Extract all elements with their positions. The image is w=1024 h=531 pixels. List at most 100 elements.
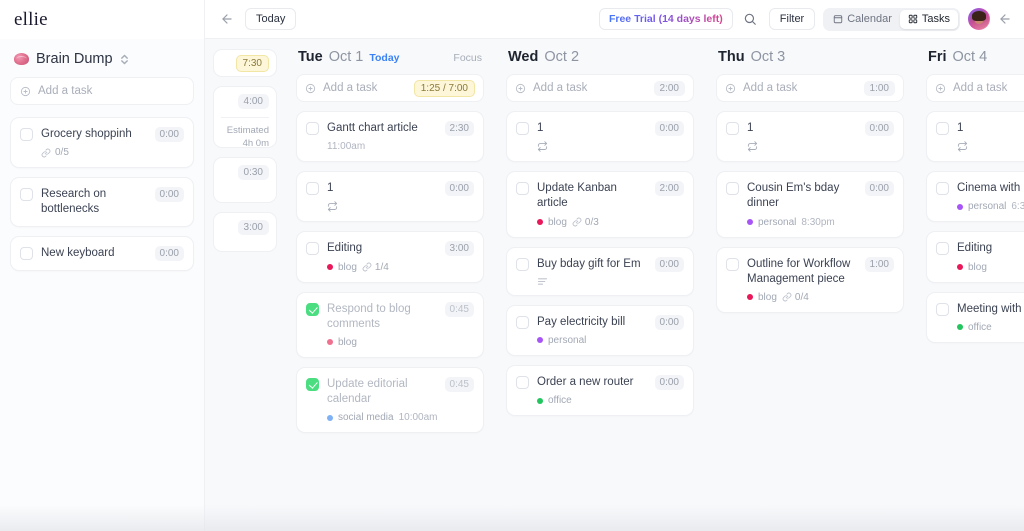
subtask-icon — [362, 262, 372, 272]
task-checkbox[interactable] — [306, 302, 319, 316]
task-duration: 0:45 — [444, 376, 474, 392]
task-name: Editing — [957, 242, 993, 255]
time-block[interactable]: 7:30 — [213, 49, 277, 77]
task-checkbox[interactable] — [936, 122, 949, 135]
time-block[interactable]: 4:00 Estimated 4h 0m — [213, 86, 277, 149]
time-block[interactable]: 0:30 — [213, 157, 277, 203]
time-block[interactable]: 3:00 — [213, 212, 277, 252]
task-card[interactable]: Editing blog — [926, 231, 1024, 283]
add-task-fri[interactable]: Add a task — [926, 74, 1024, 102]
today-button[interactable]: Today — [245, 8, 297, 30]
chevron-updown-icon[interactable] — [120, 53, 129, 66]
task-checkbox[interactable] — [20, 188, 33, 201]
task-checkbox[interactable] — [306, 242, 319, 256]
task-checkbox[interactable] — [516, 315, 529, 329]
tab-calendar[interactable]: Calendar — [825, 10, 900, 29]
add-task-label: Add a task — [323, 82, 378, 94]
filter-button[interactable]: Filter — [768, 8, 816, 30]
task-main-row: 1 — [936, 121, 1024, 136]
plus-circle-icon — [935, 83, 946, 94]
task-meta: blog 0/4 — [747, 292, 894, 303]
sidebar-add-task[interactable]: Add a task — [10, 77, 194, 105]
task-card[interactable]: 1 0:00 — [716, 111, 904, 163]
task-checkbox[interactable] — [516, 257, 529, 271]
top-bar: ellie Today Free Trial (14 days left) Fi… — [0, 0, 1024, 39]
task-name: Research on bottlenecks — [41, 188, 107, 215]
add-task-tue[interactable]: Add a task 1:25 / 7:00 — [296, 74, 484, 102]
task-card[interactable]: 1 0:00 — [506, 111, 694, 163]
task-card[interactable]: 1 — [926, 111, 1024, 163]
task-checkbox[interactable] — [516, 122, 529, 135]
task-checkbox[interactable] — [306, 377, 319, 391]
task-checkbox[interactable] — [936, 182, 949, 196]
task-card[interactable]: Update Kanban article 2:00 blog 0/3 — [506, 171, 694, 238]
subtask-count: 0/3 — [572, 217, 599, 228]
tag-name: personal — [548, 334, 587, 346]
subtask-count: 1/4 — [362, 262, 389, 273]
free-trial-badge[interactable]: Free Trial (14 days left) — [598, 8, 733, 30]
day-column-fri: Fri Oct 4 Add a task 1 Cinema with M. persona… — [915, 39, 1024, 531]
task-main-row: Editing — [936, 241, 1024, 256]
task-meta — [537, 141, 684, 152]
subtask-count: 0/5 — [55, 147, 69, 158]
focus-button[interactable]: Focus — [453, 52, 482, 64]
task-card[interactable]: Pay electricity bill 0:00 personal — [506, 304, 694, 356]
task-card[interactable]: Gantt chart article 2:30 11:00am — [296, 111, 484, 163]
note-icon — [537, 277, 548, 286]
list-item[interactable]: New keyboard 0:00 — [10, 235, 194, 271]
task-card[interactable]: Cousin Em's bday dinner 0:00 personal 8:30p… — [716, 171, 904, 238]
task-card[interactable]: Meeting with Sales office — [926, 291, 1024, 343]
task-checkbox[interactable] — [20, 246, 33, 260]
task-checkbox[interactable] — [306, 182, 319, 196]
add-task-wed[interactable]: Add a task 2:00 — [506, 74, 694, 102]
task-card[interactable]: Editing 3:00 blog 1/4 — [296, 231, 484, 283]
task-checkbox[interactable] — [516, 375, 529, 389]
tag-name: office — [968, 321, 992, 333]
tab-tasks[interactable]: Tasks — [899, 9, 958, 29]
search-icon[interactable] — [737, 7, 763, 31]
day-date: Oct 4 — [952, 49, 988, 65]
add-task-thu[interactable]: Add a task 1:00 — [716, 74, 904, 102]
task-checkbox[interactable] — [936, 302, 949, 316]
task-duration: 0:00 — [154, 245, 184, 261]
task-main-row: Buy bday gift for Em 0:00 — [516, 256, 684, 272]
task-checkbox[interactable] — [936, 242, 949, 256]
time-badge: 0:30 — [237, 165, 269, 180]
task-card[interactable]: Cinema with M. personal 6:30pm — [926, 171, 1024, 223]
task-meta: personal 6:30pm — [957, 201, 1024, 212]
day-of-week: Wed — [508, 49, 539, 65]
task-card[interactable]: 1 0:00 — [296, 171, 484, 223]
list-item[interactable]: Research on bottlenecks 0:00 — [10, 177, 194, 227]
sidebar-collapse-icon[interactable] — [994, 8, 1016, 30]
plus-circle-icon — [20, 86, 31, 97]
task-meta: blog — [957, 262, 1024, 273]
sidebar-header[interactable]: Brain Dump — [10, 49, 194, 77]
estimate-label: Estimated — [226, 125, 269, 136]
time-badge: 4:00 — [237, 94, 269, 109]
task-checkbox[interactable] — [726, 122, 739, 135]
tag-name: personal — [968, 201, 1007, 213]
tag-name: personal — [758, 216, 797, 228]
tag-color-dot — [327, 264, 333, 271]
task-meta — [747, 141, 894, 152]
task-meta — [327, 201, 474, 213]
task-card[interactable]: Outline for Workflow Management piece 1:0… — [716, 246, 904, 313]
task-card[interactable]: Buy bday gift for Em 0:00 — [506, 246, 694, 296]
plus-circle-icon — [305, 83, 316, 94]
task-card[interactable]: Respond to blog comments 0:45 blog — [296, 291, 484, 358]
task-checkbox[interactable] — [726, 182, 739, 196]
task-card[interactable]: Order a new router 0:00 office — [506, 364, 694, 417]
arrow-left-icon[interactable] — [217, 9, 237, 29]
task-checkbox[interactable] — [726, 257, 739, 271]
list-item[interactable]: Grocery shoppinh 0:00 0/5 — [10, 117, 194, 168]
task-checkbox[interactable] — [516, 182, 529, 196]
task-card[interactable]: Update editorial calendar 0:45 social medi… — [296, 366, 484, 434]
task-main-row: Cousin Em's bday dinner 0:00 — [726, 181, 894, 211]
task-name: 1 — [537, 122, 544, 134]
task-name: Respond to blog comments — [327, 302, 411, 330]
task-checkbox[interactable] — [306, 122, 319, 135]
task-checkbox[interactable] — [20, 128, 33, 141]
avatar[interactable] — [968, 8, 990, 30]
subtask-icon — [572, 217, 582, 227]
task-name: New keyboard — [41, 246, 115, 259]
